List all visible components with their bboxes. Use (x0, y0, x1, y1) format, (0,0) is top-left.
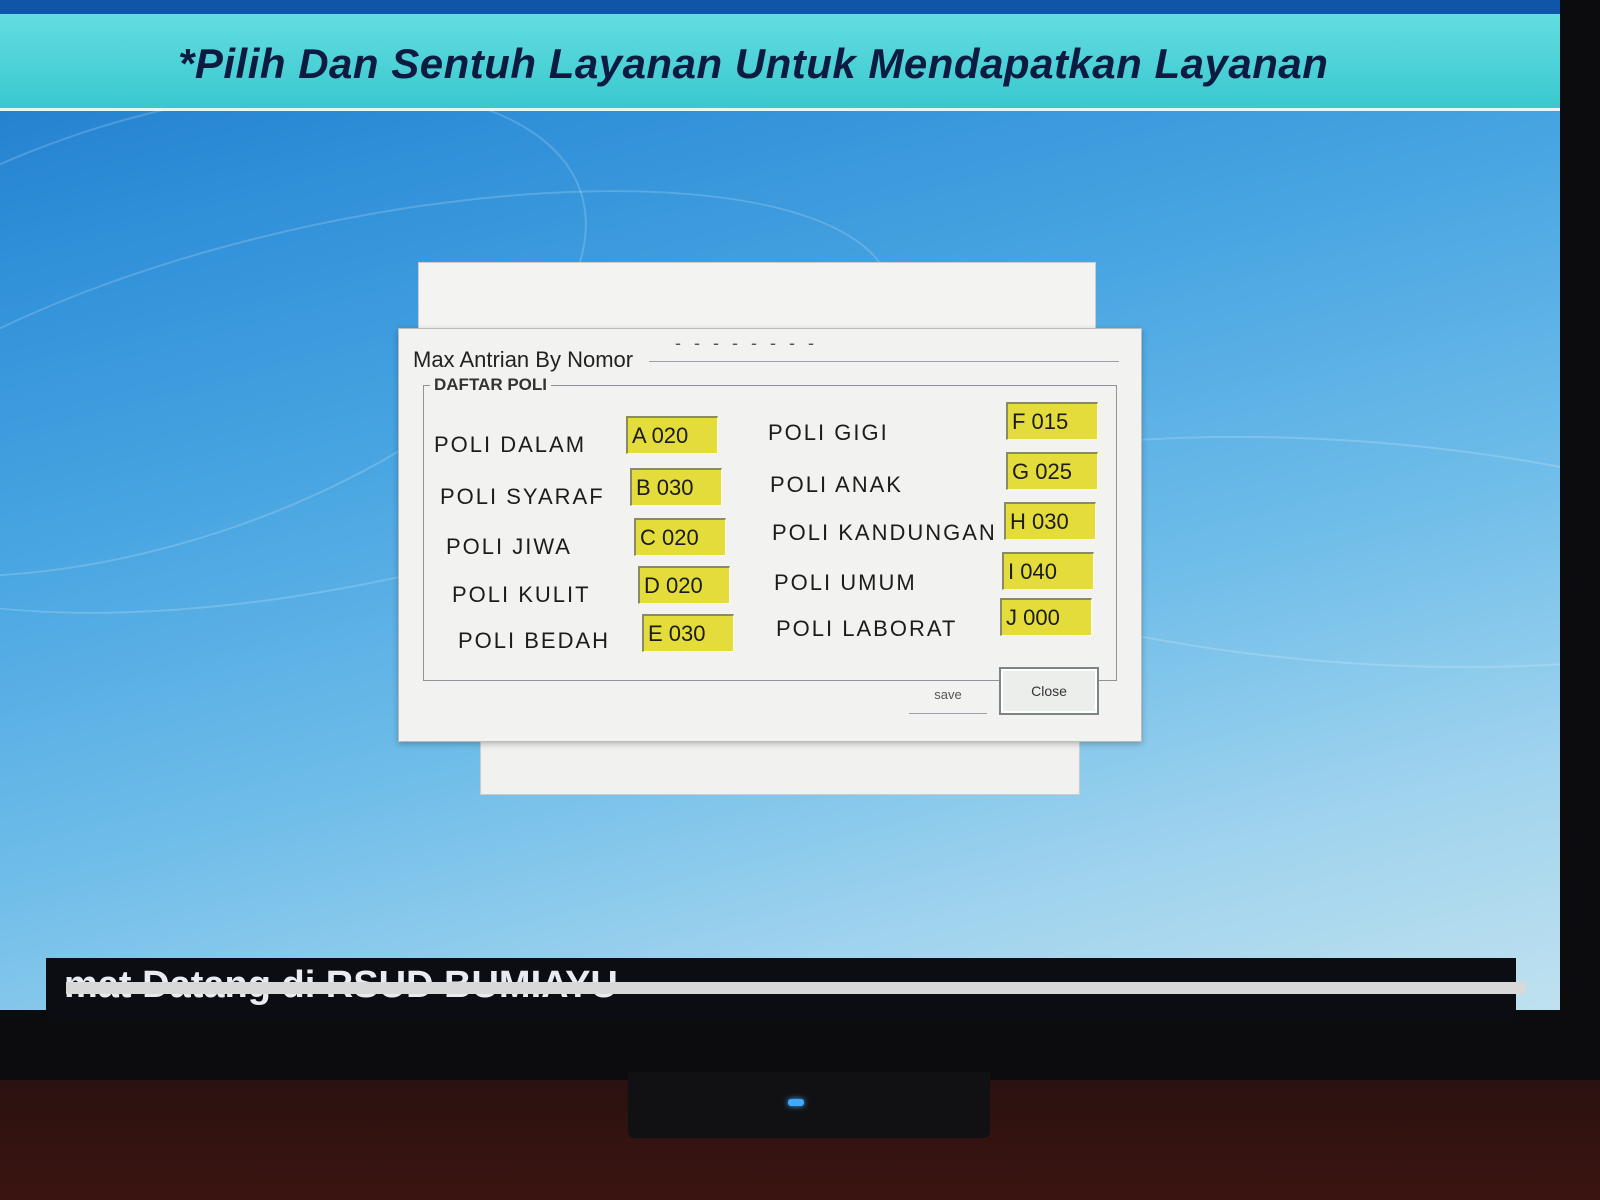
poli-kulit-field[interactable] (638, 566, 730, 604)
dialog-title: Max Antrian By Nomor (409, 347, 638, 373)
poli-jiwa-field[interactable] (634, 518, 726, 556)
poli-kandungan-field[interactable] (1004, 502, 1096, 540)
daftar-poli-group: DAFTAR POLI POLI DALAM POLI SYARAF POLI … (423, 375, 1117, 681)
poli-gigi-label: POLI GIGI (768, 420, 889, 445)
max-antrian-dialog: - - - - - - - - Max Antrian By Nomor DAF… (398, 328, 1142, 742)
power-led-icon (788, 1099, 804, 1106)
poli-syaraf-label: POLI SYARAF (440, 484, 605, 509)
poli-jiwa-label: POLI JIWA (446, 534, 572, 559)
save-button[interactable]: save (909, 677, 987, 714)
poli-umum-label: POLI UMUM (774, 570, 917, 595)
monitor-bezel: *Pilih Dan Sentuh Layanan Untuk Mendapat… (0, 0, 1600, 1080)
banner-text: *Pilih Dan Sentuh Layanan Untuk Mendapat… (178, 40, 1329, 87)
top-strip (0, 0, 1560, 14)
title-divider (649, 361, 1119, 362)
background-panel (480, 735, 1080, 795)
poli-anak-label: POLI ANAK (770, 472, 903, 497)
poli-laborat-label: POLI LABORAT (776, 616, 958, 641)
monitor-stand (628, 1072, 990, 1138)
poli-anak-field[interactable] (1006, 452, 1098, 490)
poli-bedah-label: POLI BEDAH (458, 628, 611, 653)
poli-umum-field[interactable] (1002, 552, 1094, 590)
ticker-progress-bar (66, 982, 1526, 994)
instruction-banner: *Pilih Dan Sentuh Layanan Untuk Mendapat… (0, 14, 1560, 111)
poli-kulit-label: POLI KULIT (452, 582, 591, 607)
desktop-screen: *Pilih Dan Sentuh Layanan Untuk Mendapat… (0, 0, 1560, 1010)
poli-syaraf-field[interactable] (630, 468, 722, 506)
group-label: DAFTAR POLI (430, 375, 552, 395)
poli-dalam-field[interactable] (626, 416, 718, 454)
poli-laborat-field[interactable] (1000, 598, 1092, 636)
poli-bedah-field[interactable] (642, 614, 734, 652)
poli-gigi-field[interactable] (1006, 402, 1098, 440)
close-button[interactable]: Close (999, 667, 1099, 715)
dash-decoration: - - - - - - - - (675, 333, 818, 353)
poli-kandungan-label: POLI KANDUNGAN (772, 520, 997, 545)
poli-dalam-label: POLI DALAM (434, 432, 587, 457)
